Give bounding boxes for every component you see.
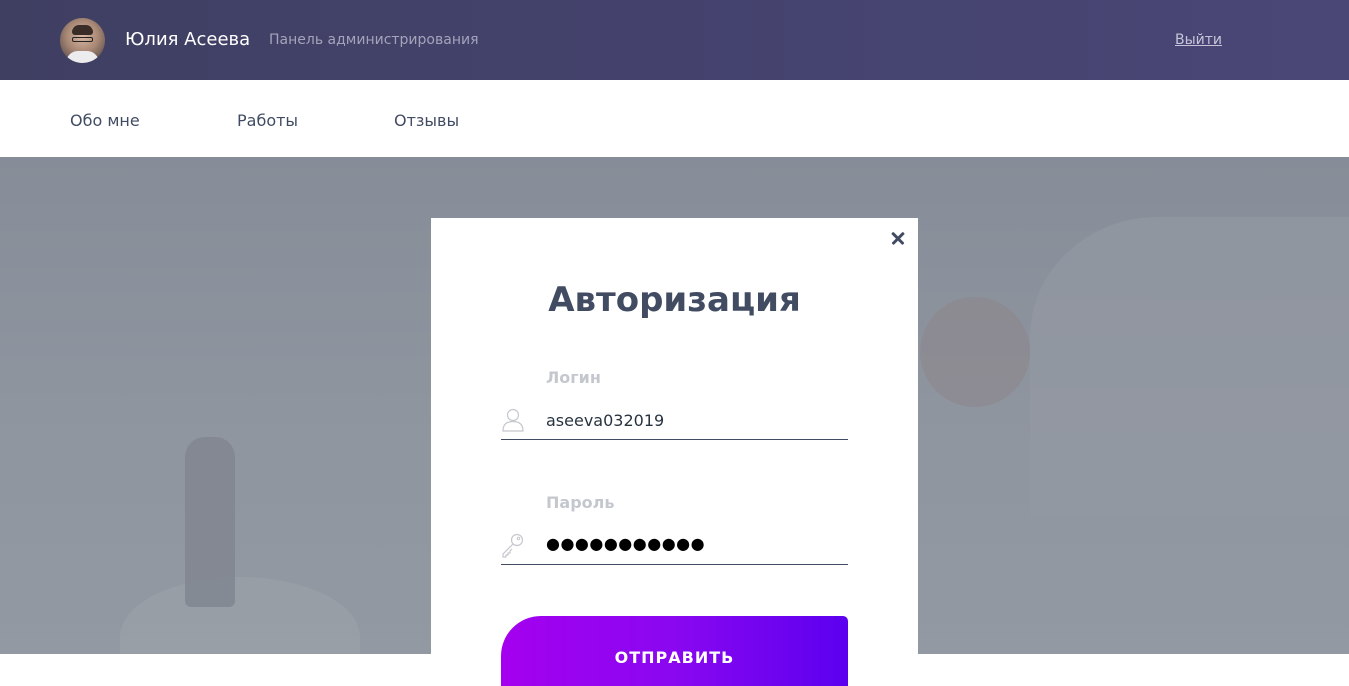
panel-title: Панель администрирования: [269, 32, 479, 48]
password-label: Пароль: [546, 493, 615, 512]
close-icon[interactable]: [888, 228, 908, 248]
password-field: ●●●●●●●●●●●: [501, 528, 848, 565]
avatar: [60, 18, 105, 63]
login-field: [501, 403, 848, 440]
top-header: Юлия Асеева Панель администрирования Вый…: [0, 0, 1349, 80]
modal-title: Авторизация: [548, 280, 801, 320]
nav-item-works[interactable]: Работы: [237, 111, 298, 130]
nav-item-about[interactable]: Обо мне: [70, 111, 140, 130]
submit-button[interactable]: ОТПРАВИТЬ: [501, 616, 848, 686]
password-input[interactable]: ●●●●●●●●●●●: [546, 534, 705, 553]
user-icon: [502, 408, 524, 432]
login-label: Логин: [546, 368, 601, 387]
login-modal: Авторизация Логин Пароль ●●●●●●●●●●● ОТП…: [431, 218, 918, 686]
logout-link[interactable]: Выйти: [1175, 32, 1222, 48]
user-name: Юлия Асеева: [125, 29, 251, 50]
main-nav: Обо мне Работы Отзывы: [0, 80, 1349, 157]
nav-item-reviews[interactable]: Отзывы: [394, 111, 459, 130]
login-input[interactable]: [546, 408, 836, 432]
submit-button-label: ОТПРАВИТЬ: [614, 648, 735, 667]
key-icon: [502, 533, 524, 558]
